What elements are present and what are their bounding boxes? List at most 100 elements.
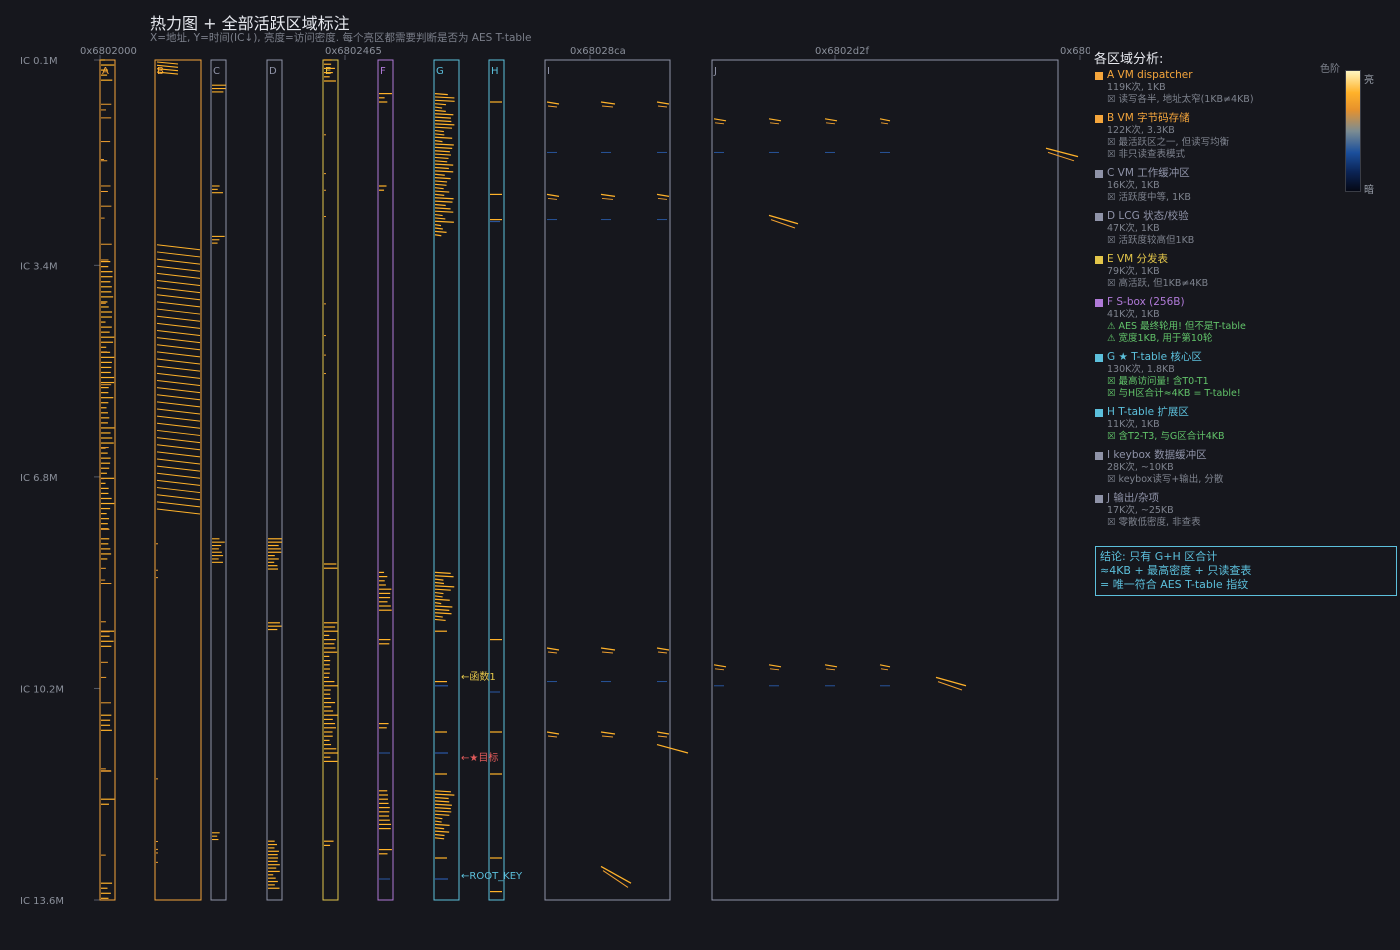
heat-mark <box>879 118 891 122</box>
heat-mark <box>434 820 442 823</box>
legend-swatch <box>1095 452 1103 460</box>
legend-swatch <box>1095 213 1103 221</box>
legend-region-note: ☒ 高活跃, 但1KB≠4KB <box>1107 278 1209 289</box>
heat-mark <box>600 865 632 884</box>
heat-mark <box>156 444 201 451</box>
heat-mark <box>434 113 454 116</box>
heat-mark <box>434 129 444 133</box>
legend-region-note: ☒ 与H区合计≈4KB = T-table! <box>1107 388 1241 399</box>
heat-mark <box>156 287 201 294</box>
heat-mark <box>156 372 201 379</box>
heat-mark <box>434 234 442 237</box>
heat-mark <box>156 387 201 394</box>
heat-mark <box>434 217 446 220</box>
heat-mark <box>434 591 444 595</box>
heat-mark <box>434 119 452 123</box>
heat-mark <box>434 608 450 611</box>
heat-mark <box>434 93 448 96</box>
legend-region-note: ☒ 活跃度较高但1KB <box>1107 235 1195 246</box>
heat-mark <box>546 193 560 197</box>
legend-region-note: ☒ 最高访问量! 含T0-T1 <box>1107 376 1209 387</box>
legend-region-H: H T-table 扩展区 11K次, 1KB ☒ 含T2-T3, 与G区合计4KB <box>1094 406 1394 443</box>
region-label-J: J <box>713 66 717 77</box>
legend-region-stats: 47K次, 1KB <box>1107 223 1160 234</box>
x-tick-label: 0x6803194 <box>1060 46 1090 57</box>
heat-mark <box>769 122 780 125</box>
heat-mark <box>434 598 450 601</box>
heat-mark <box>434 210 454 213</box>
heat-mark <box>156 351 201 358</box>
colorbar-label: 色阶 <box>1320 64 1340 75</box>
heat-mark <box>156 244 201 251</box>
heat-mark <box>600 647 616 651</box>
legend-region-I: I keybox 数据缓冲区 28K次, ~10KB ☒ keybox读写+输出, … <box>1094 449 1394 486</box>
heat-mark <box>434 116 451 119</box>
heat-mark <box>434 99 455 102</box>
heat-mark <box>434 595 443 598</box>
heat-mark <box>547 651 558 654</box>
heat-mark <box>156 415 201 422</box>
heat-mark <box>434 190 450 193</box>
heat-mark <box>434 588 451 591</box>
heat-mark <box>156 301 201 308</box>
heat-mark <box>547 105 558 108</box>
colorbar <box>1345 70 1361 192</box>
heat-mark <box>434 140 443 143</box>
heat-mark <box>434 581 445 585</box>
heat-mark <box>434 183 447 186</box>
heat-mark <box>600 731 616 735</box>
heat-mark <box>156 429 201 436</box>
heat-mark <box>434 170 454 173</box>
heat-mark <box>600 193 616 197</box>
heat-mark <box>546 731 560 735</box>
heat-mark <box>156 294 201 301</box>
heat-mark <box>156 308 201 315</box>
heat-mark <box>156 258 201 265</box>
heat-mark <box>434 602 442 605</box>
heat-mark <box>156 401 201 408</box>
legend-region-note: ⚠ 宽度1KB, 用于第10轮 <box>1107 333 1213 344</box>
y-tick-label: IC 3.4M <box>20 261 58 272</box>
heat-mark <box>434 224 442 227</box>
heat-mark <box>156 479 201 486</box>
heat-mark <box>935 676 967 687</box>
legend-swatch <box>1095 115 1103 123</box>
y-tick-label: IC 6.8M <box>20 473 58 484</box>
legend-region-stats: 130K次, 1.8KB <box>1107 364 1175 375</box>
conclusion-line: = 唯一符合 AES T-table 指纹 <box>1100 578 1249 591</box>
colorbar-low-label: 暗 <box>1364 185 1374 196</box>
heat-mark <box>434 126 453 129</box>
heat-mark <box>434 163 454 166</box>
legend-region-F: F S-box (256B) 41K次, 1KB ⚠ AES 最终轮用! 但不是T-… <box>1094 296 1394 345</box>
heat-mark <box>434 810 452 813</box>
heat-mark <box>156 437 201 444</box>
heat-mark <box>156 487 201 494</box>
conclusion-line: ≈4KB + 最高密度 + 只读查表 <box>1100 564 1252 577</box>
heat-mark <box>434 197 454 200</box>
heat-mark <box>434 800 450 803</box>
heat-mark <box>434 173 445 176</box>
region-label-H: H <box>491 66 499 77</box>
y-tick-label: IC 0.1M <box>20 56 58 67</box>
region-label-G: G <box>436 66 444 77</box>
heat-mark <box>714 668 725 671</box>
heat-mark <box>434 213 443 217</box>
legend-region-G: G ★ T-table 核心区 130K次, 1.8KB ☒ 最高访问量! 含T0-… <box>1094 351 1394 400</box>
legend-heading: 各区域分析: <box>1094 52 1164 67</box>
legend-region-note: ☒ 活跃度中等, 1KB <box>1107 192 1191 203</box>
region-label-C: C <box>213 66 220 77</box>
heat-mark <box>434 193 445 196</box>
heat-mark <box>156 251 201 258</box>
heat-mark <box>434 227 443 230</box>
legend-region-title: E VM 分发表 <box>1107 253 1169 265</box>
legend-swatch <box>1095 299 1103 307</box>
region-label-B: B <box>157 66 164 77</box>
heat-mark <box>156 508 201 515</box>
heat-mark <box>434 187 444 190</box>
x-tick-label: 0x6802d2f <box>815 46 869 57</box>
y-tick-label: IC 13.6M <box>20 896 64 907</box>
legend-region-note: ⚠ AES 最终轮用! 但不是T-table <box>1107 321 1246 332</box>
heat-mark <box>156 315 201 322</box>
heat-mark <box>656 731 670 735</box>
heat-mark <box>156 501 201 508</box>
